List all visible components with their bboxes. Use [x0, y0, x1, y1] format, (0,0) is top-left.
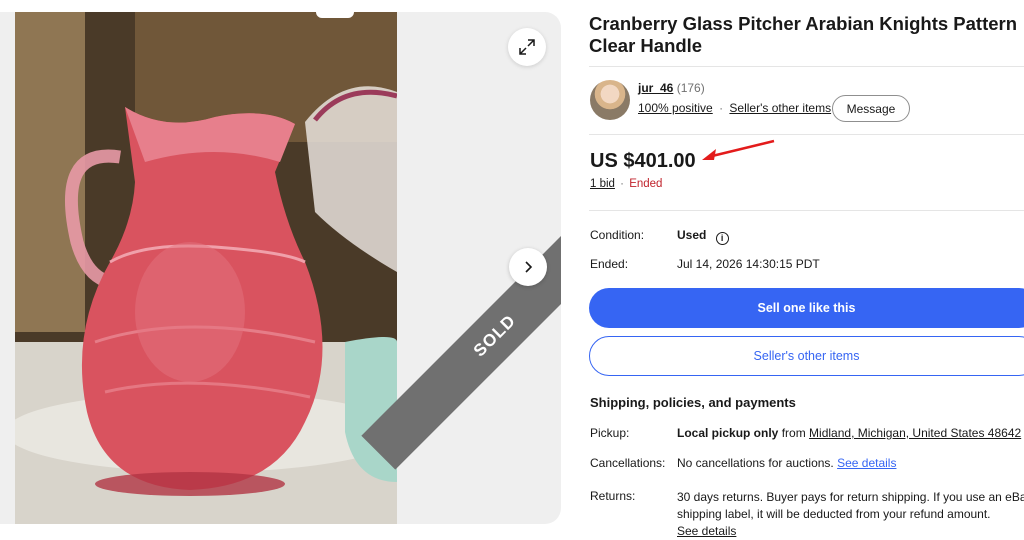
seller-info: jur_46 (176) — [638, 81, 705, 95]
cancellations-label: Cancellations: — [590, 456, 666, 470]
annotation-arrow — [702, 139, 775, 160]
bid-count-link[interactable]: 1 bid — [590, 178, 615, 190]
returns-line-2: shipping label, it will be deducted from… — [677, 507, 991, 521]
seller-avatar[interactable] — [590, 80, 630, 120]
expand-image-button[interactable] — [508, 28, 546, 66]
listing-title: Cranberry Glass Pitcher Arabian Knights … — [589, 13, 1018, 56]
next-image-button[interactable] — [509, 248, 547, 286]
pickup-label: Pickup: — [590, 426, 630, 440]
ended-label: Ended: — [590, 257, 629, 271]
pickup-method: Local pickup only — [677, 426, 779, 440]
divider — [589, 134, 1024, 135]
message-button[interactable]: Message — [832, 95, 910, 122]
price: US $401.00 — [590, 150, 696, 172]
expand-icon — [519, 39, 535, 55]
divider — [589, 210, 1024, 211]
listing-status: Ended — [629, 178, 663, 190]
pitcher-illustration — [15, 12, 397, 524]
chevron-right-icon — [525, 261, 533, 273]
cancellations-see-details-link[interactable]: See details — [837, 456, 896, 470]
sell-one-like-this-button[interactable]: Sell one like this — [589, 288, 1024, 328]
divider — [589, 66, 1024, 67]
returns-see-details-link[interactable]: See details — [677, 524, 736, 538]
condition-value: Used — [677, 228, 707, 242]
info-icon[interactable]: i — [715, 231, 729, 245]
seller-other-items-link[interactable]: Seller's other items — [729, 101, 831, 115]
pickup-from: from — [781, 426, 806, 440]
separator: · — [620, 178, 624, 190]
bid-status: 1 bid · Ended — [590, 178, 662, 190]
shipping-section-title: Shipping, policies, and payments — [590, 395, 796, 410]
returns-value: 30 days returns. Buyer pays for return s… — [677, 489, 1024, 540]
sellers-other-items-button[interactable]: Seller's other items — [589, 336, 1024, 376]
image-gallery: SOLD — [0, 12, 561, 524]
product-photo[interactable] — [15, 12, 397, 524]
returns-line-1: 30 days returns. Buyer pays for return s… — [677, 490, 1024, 504]
sold-label: SOLD — [469, 310, 520, 361]
gallery-indicator — [316, 12, 354, 18]
cancellations-value: No cancellations for auctions. — [677, 456, 834, 470]
pickup-value: Local pickup only from Midland, Michigan… — [677, 426, 1021, 440]
cancellations-value-row: No cancellations for auctions. See detai… — [677, 456, 896, 470]
condition-label: Condition: — [590, 228, 645, 242]
ended-value: Jul 14, 2026 14:30:15 PDT — [677, 257, 820, 271]
pickup-location-link[interactable]: Midland, Michigan, United States 48642 — [809, 426, 1021, 440]
separator: · — [719, 101, 724, 115]
seller-name-link[interactable]: jur_46 — [638, 81, 673, 95]
condition-value-row: Used i — [677, 228, 729, 245]
seller-feedback-count[interactable]: (176) — [677, 81, 705, 95]
returns-label: Returns: — [590, 489, 636, 503]
positive-feedback-link[interactable]: 100% positive — [638, 101, 713, 115]
seller-links: 100% positive · Seller's other items · — [638, 101, 844, 115]
